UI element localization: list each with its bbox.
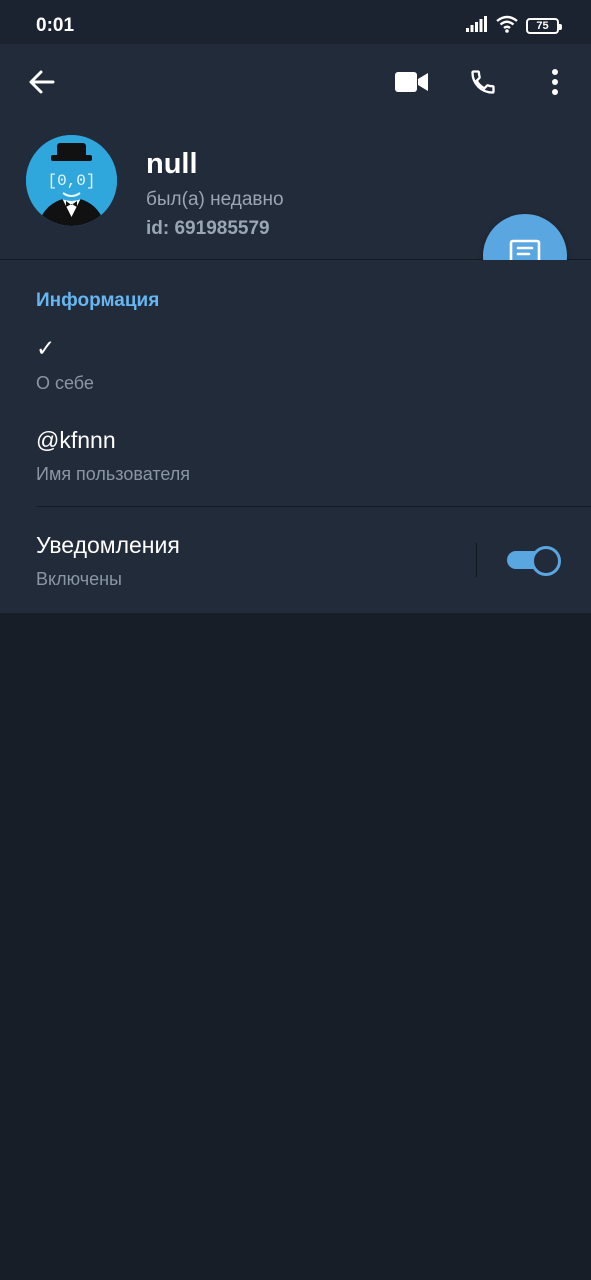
notifications-state: Включены (36, 569, 122, 589)
status-time: 0:01 (36, 15, 75, 36)
battery-level: 75 (536, 20, 549, 32)
notifications-toggle[interactable] (507, 545, 561, 576)
back-button[interactable] (22, 64, 62, 104)
more-vertical-icon (551, 68, 559, 101)
more-options-button[interactable] (535, 64, 575, 104)
video-call-button[interactable] (392, 64, 432, 104)
notifications-row[interactable]: Уведомления Включены (0, 528, 591, 598)
toggle-knob (531, 546, 561, 576)
row-divider (36, 506, 591, 507)
user-id: id: 691985579 (146, 218, 270, 239)
username-value: @kfnnn (36, 427, 116, 453)
bio-label: О себе (36, 373, 94, 393)
profile-name: null (146, 148, 198, 180)
status-icons: 75 (466, 15, 562, 38)
bio-row[interactable]: ✓ О себе (0, 330, 591, 400)
back-arrow-icon (28, 68, 56, 101)
wifi-icon (496, 15, 518, 38)
battery-icon: 75 (526, 18, 562, 34)
toggle-separator (476, 543, 477, 577)
notifications-title: Уведомления (36, 532, 180, 558)
avatar[interactable]: [0,0] (26, 135, 117, 226)
username-row[interactable]: @kfnnn Имя пользователя (0, 423, 591, 493)
section-title-info: Информация (36, 290, 160, 311)
bio-value: ✓ (36, 335, 56, 361)
voice-call-button[interactable] (463, 64, 503, 104)
video-call-icon (395, 71, 429, 98)
avatar-face-text: [0,0] (47, 172, 95, 190)
signal-icon (466, 15, 488, 37)
last-seen-status: был(а) недавно (146, 189, 284, 210)
status-bar: 0:01 75 (0, 0, 591, 44)
phone-icon (469, 68, 497, 101)
username-label: Имя пользователя (36, 464, 191, 484)
